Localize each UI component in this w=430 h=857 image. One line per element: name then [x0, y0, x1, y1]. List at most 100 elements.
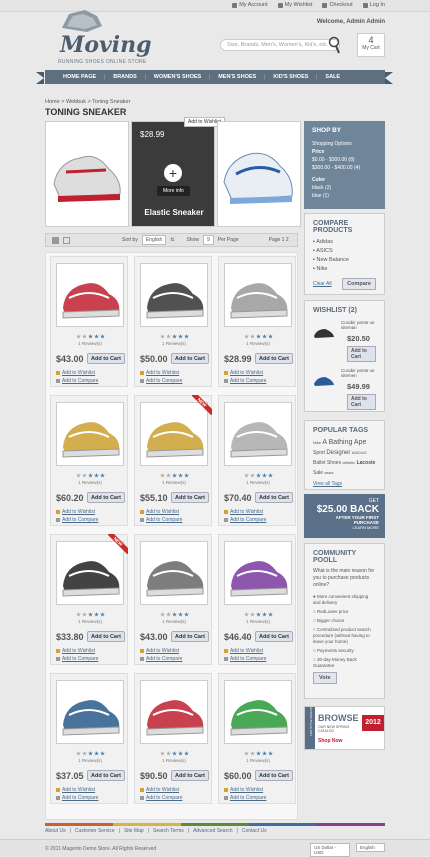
- top-link-wishlist[interactable]: My Wishlist: [277, 2, 312, 8]
- review-count[interactable]: 1 Review(s): [135, 341, 213, 346]
- add-to-wishlist-link[interactable]: Add to Wishlist: [224, 370, 263, 376]
- product-image[interactable]: [56, 402, 124, 466]
- review-count[interactable]: 1 Review(s): [51, 758, 129, 763]
- product-image[interactable]: [56, 680, 124, 744]
- add-to-cart-button[interactable]: Add to Cart: [87, 770, 125, 781]
- add-to-wishlist-link[interactable]: Add to Wishlist: [140, 509, 179, 515]
- search-input[interactable]: Size, Brands, Men's, Women's, Kid's, etc…: [220, 39, 340, 51]
- add-to-compare-link[interactable]: Add to Compare: [224, 378, 266, 384]
- plus-icon[interactable]: +: [164, 164, 182, 182]
- review-count[interactable]: 1 Review(s): [219, 619, 297, 624]
- product-card[interactable]: 1 Review(s) $60.20 Add to Cart Add to Wishl…: [50, 395, 128, 526]
- add-to-wishlist-link[interactable]: Add to Wishlist: [140, 787, 179, 793]
- grid-view-icon[interactable]: [52, 236, 59, 244]
- currency-select[interactable]: US Dollar - USD: [310, 843, 350, 857]
- nav-item-womens[interactable]: WOMEN'S SHOES: [146, 74, 211, 80]
- product-card[interactable]: 1 Review(s) $28.99 Add to Cart Add to Wishl…: [218, 256, 296, 387]
- add-to-cart-button[interactable]: Add to Cart: [347, 394, 376, 410]
- price-filter-1[interactable]: $0.00 - $300.00 (8): [312, 156, 377, 164]
- color-filter-1[interactable]: black (2): [312, 184, 377, 192]
- product-card[interactable]: 1 Review(s) $60.00 Add to Cart Add to Wishl…: [218, 673, 296, 804]
- add-to-cart-button[interactable]: Add to Cart: [347, 346, 376, 362]
- top-link-account[interactable]: My Account: [232, 2, 268, 8]
- more-info-button[interactable]: More info: [157, 186, 190, 196]
- review-count[interactable]: 1 Review(s): [219, 758, 297, 763]
- poll-option[interactable]: ○ Centralized product search procedure (…: [313, 627, 376, 645]
- compare-item[interactable]: ▪ New Balance: [313, 256, 376, 265]
- featured-product-1[interactable]: [45, 121, 129, 227]
- product-card[interactable]: NEW 1 Review(s) $55.10 Add to Cart Add to Wi…: [134, 395, 212, 526]
- review-count[interactable]: 1 Review(s): [135, 758, 213, 763]
- add-to-compare-link[interactable]: Add to Compare: [56, 656, 98, 662]
- list-view-icon[interactable]: [63, 236, 70, 244]
- sort-direction-icon[interactable]: ⇅: [170, 237, 174, 243]
- featured-product-2[interactable]: $28.99 + More info Elastic Sneaker: [131, 121, 215, 227]
- poll-option[interactable]: ○ Payments security: [313, 648, 376, 654]
- product-image[interactable]: [140, 263, 208, 327]
- review-count[interactable]: 1 Review(s): [51, 341, 129, 346]
- product-image[interactable]: [140, 541, 208, 605]
- product-card[interactable]: 1 Review(s) $50.00 Add to Cart Add to Wishl…: [134, 256, 212, 387]
- featured-product-3[interactable]: [217, 121, 301, 227]
- add-to-compare-link[interactable]: Add to Compare: [140, 656, 182, 662]
- add-to-cart-button[interactable]: Add to Cart: [87, 353, 125, 364]
- top-link-login[interactable]: Log In: [362, 2, 385, 8]
- add-to-compare-link[interactable]: Add to Compare: [224, 795, 266, 801]
- add-to-cart-button[interactable]: Add to Cart: [171, 492, 209, 503]
- pager[interactable]: Page 1 2: [269, 237, 289, 243]
- add-to-cart-button[interactable]: Add to Cart: [87, 492, 125, 503]
- add-to-compare-link[interactable]: Add to Compare: [56, 795, 98, 801]
- add-to-wishlist-link[interactable]: Add to Wishlist: [56, 787, 95, 793]
- compare-item[interactable]: ▪ ASICS: [313, 247, 376, 256]
- add-to-cart-button[interactable]: Add to Cart: [255, 770, 293, 781]
- price-filter-2[interactable]: $300.00 - $400.00 (4): [312, 164, 377, 172]
- poll-option[interactable]: ○ RedLower price: [313, 609, 376, 615]
- add-to-compare-link[interactable]: Add to Compare: [56, 517, 98, 523]
- review-count[interactable]: 1 Review(s): [51, 619, 129, 624]
- add-to-wishlist-link[interactable]: Add to Wishlist: [56, 370, 95, 376]
- compare-item[interactable]: ▪ Nike: [313, 265, 376, 274]
- product-image[interactable]: [224, 541, 292, 605]
- add-to-compare-link[interactable]: Add to Compare: [224, 517, 266, 523]
- product-card[interactable]: 1 Review(s) $43.00 Add to Cart Add to Wishl…: [50, 256, 128, 387]
- poll-option[interactable]: ○ Bigger choice: [313, 618, 376, 624]
- add-to-wishlist-link[interactable]: Add to Wishlist: [56, 509, 95, 515]
- product-card[interactable]: NEW 1 Review(s) $33.80 Add to Cart Add to Wi…: [50, 534, 128, 665]
- promo-banner[interactable]: GET $25.00 BACK AFTER YOUR FIRST PURCHAS…: [304, 494, 385, 538]
- add-to-compare-link[interactable]: Add to Compare: [224, 656, 266, 662]
- clear-all-link[interactable]: Clear All: [313, 281, 332, 287]
- add-to-cart-button[interactable]: Add to Cart: [171, 631, 209, 642]
- add-to-wishlist-link[interactable]: Add to Wishlist: [224, 648, 263, 654]
- show-select[interactable]: 9: [202, 235, 214, 245]
- add-to-wishlist-link[interactable]: Add to Wishlist: [140, 648, 179, 654]
- add-to-compare-link[interactable]: Add to Compare: [140, 378, 182, 384]
- poll-option[interactable]: ○ 30-day Money Back Guarantee: [313, 657, 376, 669]
- add-to-cart-button[interactable]: Add to Cart: [255, 353, 293, 364]
- breadcrumb[interactable]: Home > Webbuk > Toning Sneaker: [45, 99, 130, 105]
- add-to-compare-link[interactable]: Add to Compare: [140, 795, 182, 801]
- product-image[interactable]: [56, 263, 124, 327]
- product-image[interactable]: [224, 402, 292, 466]
- add-to-compare-link[interactable]: Add to Compare: [56, 378, 98, 384]
- browse-banner[interactable]: FOR STYLE MAGAZINES BROWSE OUR NEW SPRIN…: [304, 706, 385, 750]
- view-all-tags-link[interactable]: View all Tags: [313, 481, 376, 487]
- product-card[interactable]: 1 Review(s) $90.50 Add to Cart Add to Wishl…: [134, 673, 212, 804]
- nav-item-kids[interactable]: KID'S SHOES: [265, 74, 318, 80]
- review-count[interactable]: 1 Review(s): [135, 619, 213, 624]
- logo[interactable]: Moving RUNNING SHOES ONLINE STORE: [52, 6, 152, 66]
- product-card[interactable]: 1 Review(s) $37.05 Add to Cart Add to Wishl…: [50, 673, 128, 804]
- product-image[interactable]: [224, 680, 292, 744]
- add-to-cart-button[interactable]: Add to Cart: [255, 631, 293, 642]
- product-image[interactable]: [224, 263, 292, 327]
- review-count[interactable]: 1 Review(s): [219, 480, 297, 485]
- product-card[interactable]: 1 Review(s) $43.00 Add to Cart Add to Wishl…: [134, 534, 212, 665]
- add-to-cart-button[interactable]: Add to Cart: [171, 770, 209, 781]
- language-select[interactable]: English: [356, 843, 385, 852]
- nav-item-home[interactable]: HOME PAGE: [55, 74, 106, 80]
- add-to-cart-button[interactable]: Add to Cart: [171, 353, 209, 364]
- top-link-checkout[interactable]: Checkout: [322, 2, 353, 8]
- sort-select[interactable]: English: [141, 235, 167, 245]
- nav-item-mens[interactable]: MEN'S SHOES: [210, 74, 266, 80]
- add-to-compare-link[interactable]: Add to Compare: [140, 517, 182, 523]
- search-icon[interactable]: [327, 36, 341, 54]
